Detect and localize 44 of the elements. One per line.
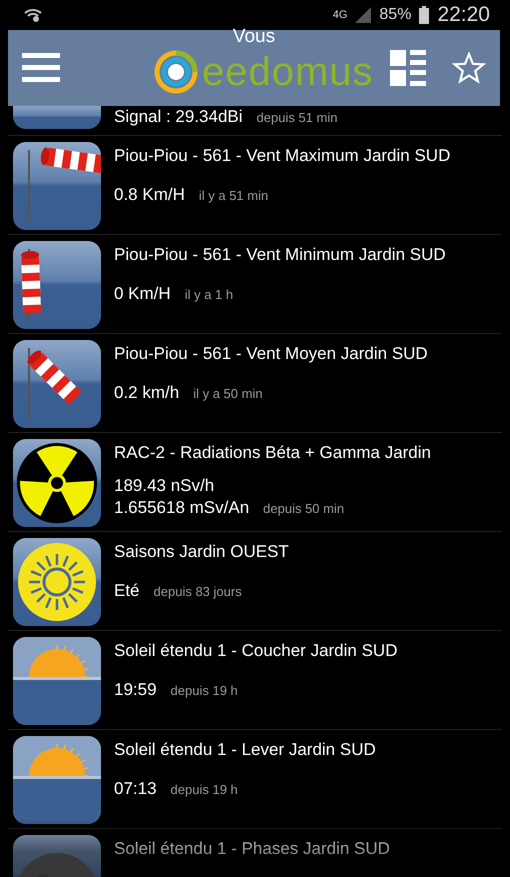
device-value: Eté: [114, 580, 140, 602]
update-time: depuis 19 h: [170, 781, 238, 799]
menu-icon[interactable]: [22, 53, 60, 83]
header-title: Vous: [232, 26, 276, 48]
device-name: RAC-2 - Radiations Béta + Gamma Jardin: [114, 443, 431, 464]
update-time: depuis 51 min: [256, 109, 338, 127]
update-time: depuis 19 h: [170, 682, 238, 700]
update-time: il y a 50 min: [193, 385, 263, 403]
device-name: Saisons Jardin OUEST: [114, 542, 289, 563]
star-icon[interactable]: [452, 52, 486, 84]
device-value: 07:13: [114, 778, 157, 800]
sun-icon: [13, 538, 101, 626]
device-name: Piou-Piou - 561 - Vent Moyen Jardin SUD: [114, 344, 428, 365]
clock: 22:20: [437, 3, 490, 27]
windsock-icon: [13, 340, 101, 428]
device-value: 1.655618 mSv/An: [114, 497, 250, 519]
device-name: Soleil étendu 1 - Phases Jardin SUD: [114, 839, 390, 860]
device-value: 0.8 Km/H: [114, 184, 185, 206]
update-time: depuis 83 jours: [154, 583, 242, 601]
windsock-icon: [13, 241, 101, 329]
device-value: 19:59: [114, 679, 157, 701]
windsock-icon: [13, 142, 101, 230]
cell-signal-icon: [355, 7, 372, 23]
battery-percent: 85%: [379, 6, 412, 24]
logo-text: eedomus: [202, 50, 374, 94]
update-time: il y a 51 min: [198, 187, 268, 205]
device-value: 0.2 km/h: [114, 382, 180, 404]
sunset-icon: [13, 736, 101, 824]
battery-icon: [419, 6, 430, 24]
device-value: Signal : 29.34dBi: [114, 106, 243, 128]
update-time: il y a 1 h: [184, 286, 234, 304]
device-name: Soleil étendu 1 - Lever Jardin SUD: [114, 740, 376, 761]
device-name: Piou-Piou - 561 - Vent Minimum Jardin SUD: [114, 245, 446, 266]
wifi-icon: [24, 8, 42, 22]
network-type: 4G: [332, 9, 348, 21]
device-value: 0 Km/H: [114, 283, 171, 305]
layout-icon[interactable]: [390, 50, 426, 86]
device-value: 189.43 nSv/h: [114, 475, 214, 497]
update-time: depuis 50 min: [263, 500, 344, 518]
sunset-icon: [13, 637, 101, 725]
logo-icon: [154, 50, 198, 94]
device-name: Piou-Piou - 561 - Vent Maximum Jardin SUD: [114, 146, 450, 167]
device-name: Soleil étendu 1 - Coucher Jardin SUD: [114, 641, 398, 662]
radiation-icon: [13, 439, 101, 527]
